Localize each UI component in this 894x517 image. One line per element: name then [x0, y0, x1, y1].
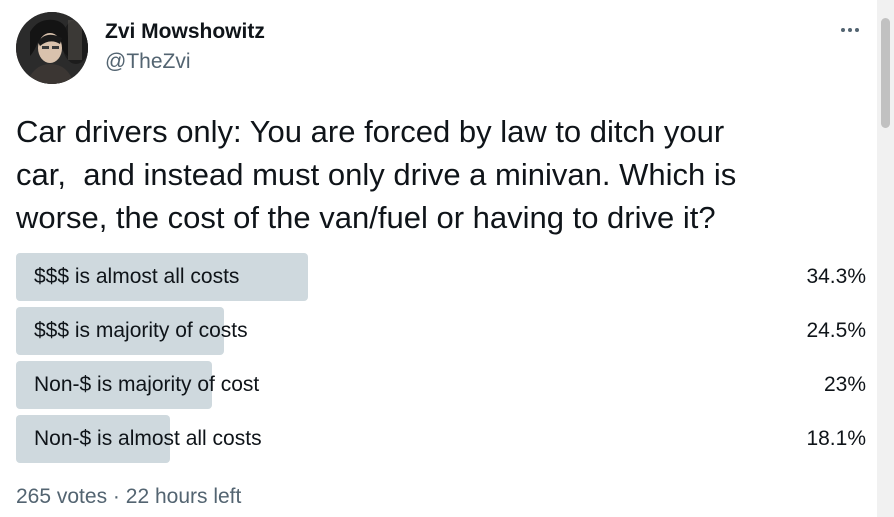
poll-option[interactable]: Non-$ is almost all costs 18.1%: [16, 415, 866, 463]
poll-option[interactable]: Non-$ is majority of cost 23%: [16, 361, 866, 409]
poll: $$$ is almost all costs 34.3% $$$ is maj…: [16, 253, 866, 469]
more-horizontal-icon: [855, 28, 859, 32]
poll-option-percent: 18.1%: [806, 427, 866, 450]
more-horizontal-icon: [848, 28, 852, 32]
poll-option-label: $$$ is almost all costs: [34, 265, 240, 288]
poll-meta: 265 votes · 22 hours left: [16, 484, 241, 510]
poll-option-percent: 34.3%: [806, 265, 866, 288]
poll-option-label: $$$ is majority of costs: [34, 319, 248, 342]
author-handle[interactable]: @TheZvi: [105, 49, 191, 75]
poll-option-label: Non-$ is majority of cost: [34, 373, 260, 396]
avatar-photo: [16, 12, 88, 84]
poll-option[interactable]: $$$ is almost all costs 34.3%: [16, 253, 866, 301]
scrollbar-thumb[interactable]: [881, 18, 890, 128]
scrollbar[interactable]: [877, 0, 894, 517]
poll-option[interactable]: $$$ is majority of costs 24.5%: [16, 307, 866, 355]
poll-option-percent: 23%: [823, 373, 866, 396]
more-horizontal-icon: [841, 28, 845, 32]
tweet-card: Zvi Mowshowitz @TheZvi Car drivers only:…: [0, 0, 894, 517]
author-name[interactable]: Zvi Mowshowitz: [105, 19, 265, 45]
more-options-button[interactable]: [835, 18, 865, 42]
vote-count: 265 votes: [16, 485, 108, 508]
tweet-text: Car drivers only: You are forced by law …: [16, 114, 737, 235]
meta-separator: ·: [112, 485, 120, 508]
poll-option-percent: 24.5%: [806, 319, 866, 342]
poll-option-label: Non-$ is almost all costs: [34, 427, 262, 450]
time-left: 22 hours left: [125, 485, 242, 508]
avatar[interactable]: [16, 12, 88, 84]
